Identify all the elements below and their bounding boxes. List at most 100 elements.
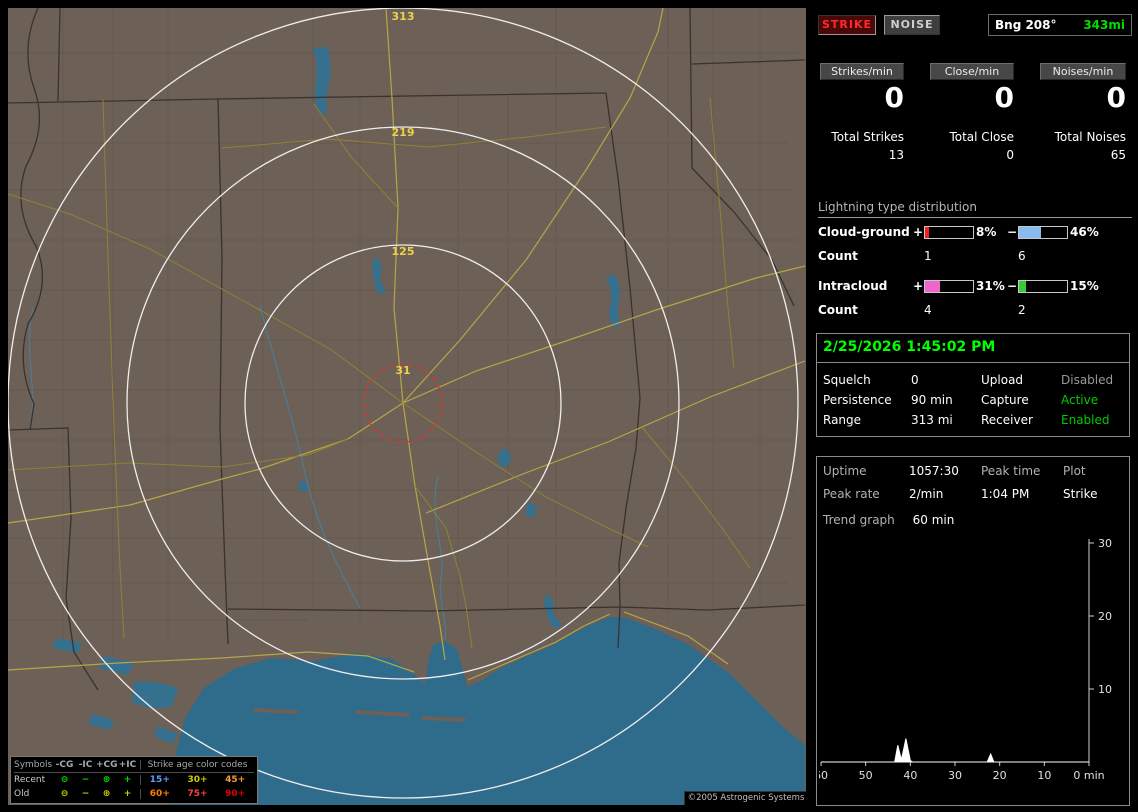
bearing-readout: Bng 208° 343mi [988, 14, 1132, 36]
copyright-notice: ©2005 Astrogenic Systems [684, 791, 806, 805]
legend-row-recent-label: Recent [14, 775, 46, 785]
total-close-value: 0 [1006, 148, 1014, 162]
noise-mode-button[interactable]: NOISE [884, 15, 940, 35]
intracloud-label: Intracloud [818, 279, 888, 293]
age-45: 45+ [225, 775, 246, 785]
persistence-value: 90 min [911, 393, 953, 407]
status-panel: STRIKE NOISE Bng 208° 343mi Strikes/min … [814, 0, 1138, 812]
cg-minus-pct: 46% [1070, 225, 1099, 239]
minus-sign: − [1006, 279, 1018, 293]
cg-plus-bar [924, 226, 974, 239]
map-canvas: 313 219 125 31 [8, 8, 806, 805]
upload-label: Upload [981, 373, 1024, 387]
ic-minus-pct: 15% [1070, 279, 1099, 293]
ic-plus-pct: 31% [976, 279, 1005, 293]
peak-rate-label: Peak rate [823, 487, 880, 501]
svg-text:10: 10 [1098, 683, 1112, 696]
total-close-label: Total Close [949, 130, 1014, 144]
plus-sign: + [912, 225, 924, 239]
neg-ic-old-icon: − [81, 789, 90, 799]
ring-label-inner: 125 [392, 245, 415, 258]
peak-time-value: 1:04 PM [981, 487, 1030, 501]
receiver-label: Receiver [981, 413, 1033, 427]
plot-label: Plot [1063, 464, 1086, 478]
svg-text:40: 40 [903, 769, 917, 782]
strikes-per-min-button[interactable]: Strikes/min [820, 63, 904, 80]
svg-text:10: 10 [1037, 769, 1051, 782]
trend-graph-label: Trend graph [823, 513, 895, 527]
pos-ic-recent-icon: + [123, 775, 132, 785]
ic-minus-bar [1018, 280, 1068, 293]
cg-minus-fill [1019, 227, 1042, 238]
strikes-per-min-value: 0 [884, 81, 904, 114]
pos-cg-old-icon: ⊕ [102, 789, 111, 799]
ic-count-label: Count [818, 303, 858, 317]
squelch-value: 0 [911, 373, 919, 387]
ic-minus-count: 2 [1018, 303, 1026, 317]
ic-plus-count: 4 [924, 303, 932, 317]
cg-plus-pct: 8% [976, 225, 997, 239]
cg-minus-count: 6 [1018, 249, 1026, 263]
distribution-title: Lightning type distribution [818, 200, 1132, 218]
legend-col-neg-ic: -IC [78, 760, 93, 770]
total-strikes-value: 13 [888, 148, 904, 162]
legend-col-neg-cg: -CG [55, 760, 74, 770]
squelch-label: Squelch [823, 373, 871, 387]
svg-text:20: 20 [1098, 610, 1112, 623]
total-noises-value: 65 [1110, 148, 1126, 162]
cg-count-label: Count [818, 249, 858, 263]
svg-text:20: 20 [993, 769, 1007, 782]
age-30: 30+ [187, 775, 208, 785]
svg-text:60: 60 [819, 769, 828, 782]
close-per-min-value: 0 [994, 81, 1014, 114]
strike-map[interactable]: 313 219 125 31 Symbols -CG -IC +CG +IC S… [8, 8, 806, 805]
ring-label-middle: 219 [392, 126, 415, 139]
legend-row-old-label: Old [14, 789, 30, 799]
legend-symbols-header: Symbols [14, 760, 53, 770]
uptime-value: 1057:30 [909, 464, 959, 478]
svg-text:50: 50 [859, 769, 873, 782]
close-per-min-button[interactable]: Close/min [930, 63, 1014, 80]
bearing-distance: 343mi [1083, 18, 1125, 32]
plus-sign: + [912, 279, 924, 293]
age-90: 90+ [225, 789, 246, 799]
ic-plus-fill [925, 281, 940, 292]
cg-minus-bar [1018, 226, 1068, 239]
persistence-label: Persistence [823, 393, 892, 407]
ic-plus-bar [924, 280, 974, 293]
peak-time-label: Peak time [981, 464, 1041, 478]
legend-col-pos-ic: +IC [118, 760, 137, 770]
trend-window-value: 60 min [912, 513, 955, 527]
uptime-label: Uptime [823, 464, 867, 478]
svg-text:30: 30 [948, 769, 962, 782]
neg-cg-old-icon: ⊖ [60, 789, 69, 799]
receiver-status-box: 2/25/2026 1:45:02 PM Squelch 0 Upload Di… [816, 333, 1130, 437]
noises-per-min-value: 0 [1106, 81, 1126, 114]
legend-age-header: Strike age color codes [147, 760, 248, 770]
pos-ic-old-icon: + [123, 789, 132, 799]
noises-per-min-button[interactable]: Noises/min [1040, 63, 1126, 80]
ring-label-center: 31 [395, 364, 410, 377]
capture-status: Active [1061, 393, 1099, 407]
ic-minus-fill [1019, 281, 1027, 292]
neg-cg-recent-icon: ⊖ [60, 775, 69, 785]
age-60: 60+ [149, 789, 170, 799]
range-value: 313 mi [911, 413, 953, 427]
receiver-status: Enabled [1061, 413, 1110, 427]
pos-cg-recent-icon: ⊕ [102, 775, 111, 785]
svg-text:0 min: 0 min [1073, 769, 1104, 782]
minus-sign: − [1006, 225, 1018, 239]
cg-plus-fill [925, 227, 929, 238]
capture-label: Capture [981, 393, 1029, 407]
age-75: 75+ [187, 789, 208, 799]
current-datetime: 2/25/2026 1:45:02 PM [817, 334, 1129, 363]
range-label: Range [823, 413, 862, 427]
cloud-ground-label: Cloud-ground [818, 225, 910, 239]
map-legend: Symbols -CG -IC +CG +IC Strike age color… [10, 756, 258, 804]
plot-value: Strike [1063, 487, 1098, 501]
strike-mode-button[interactable]: STRIKE [818, 15, 876, 35]
age-15: 15+ [149, 775, 170, 785]
cg-plus-count: 1 [924, 249, 932, 263]
ring-label-outer: 313 [392, 10, 415, 23]
peak-rate-value: 2/min [909, 487, 944, 501]
